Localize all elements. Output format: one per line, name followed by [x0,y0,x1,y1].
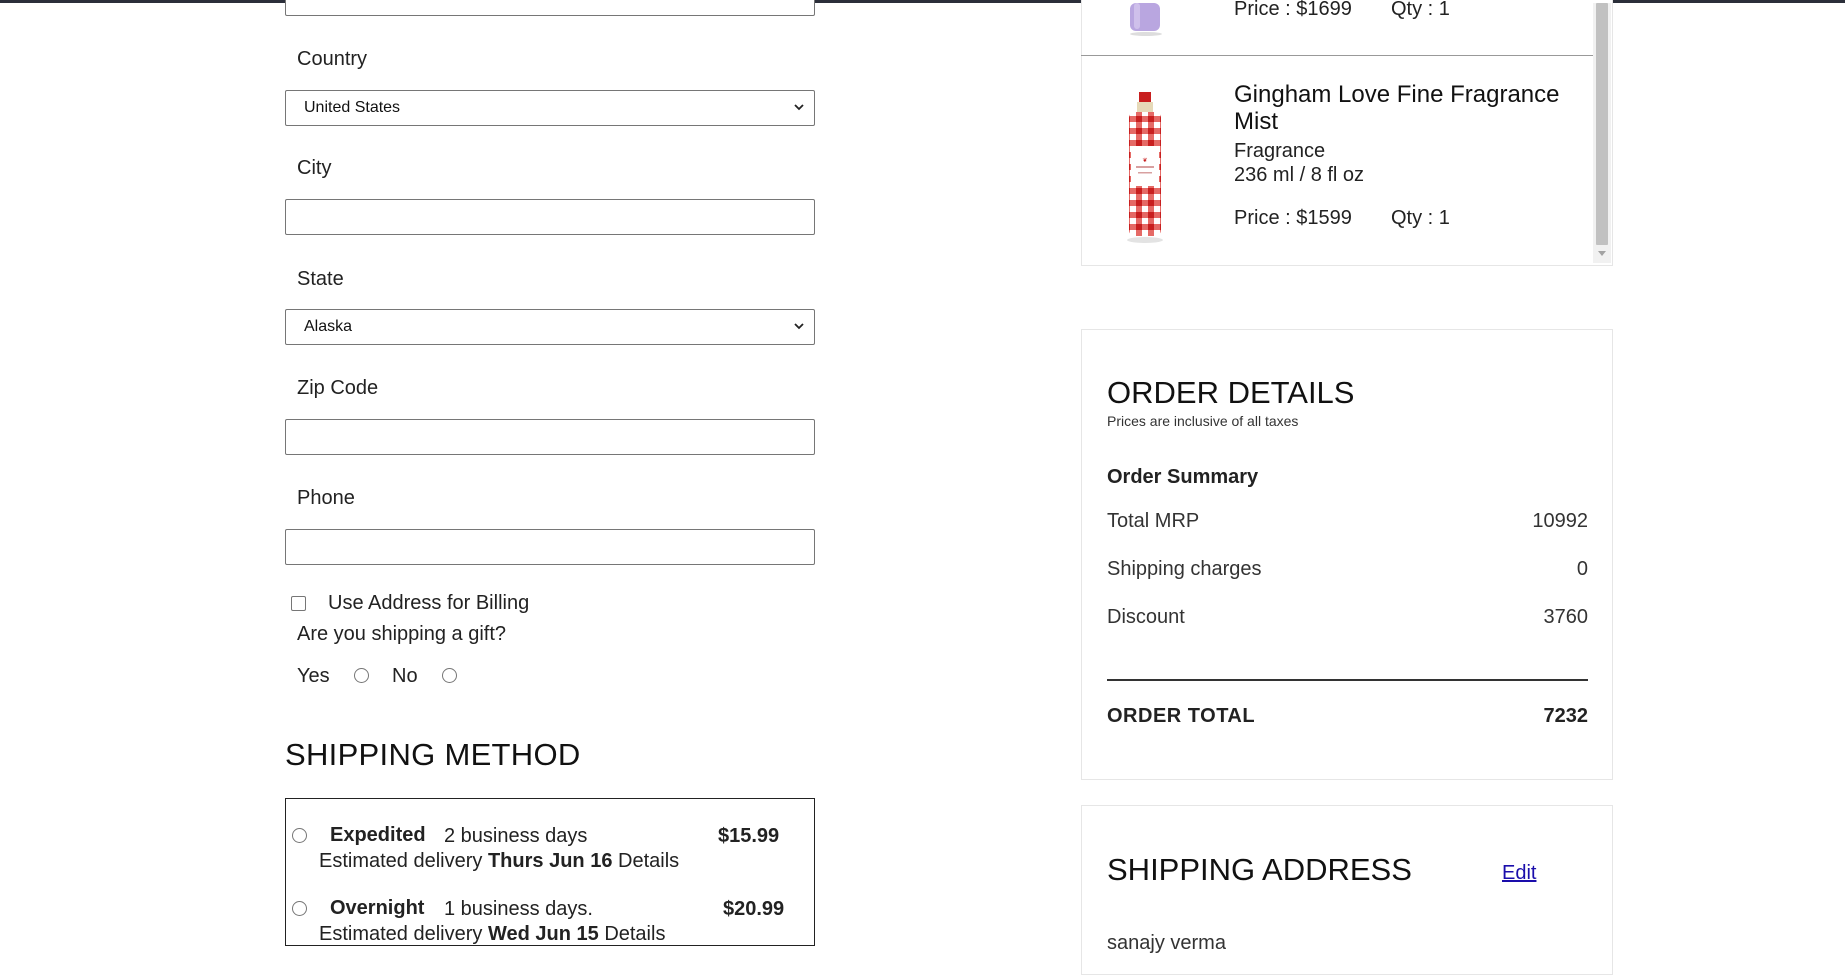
city-input[interactable] [285,199,815,235]
total-divider [1107,679,1588,681]
phone-input[interactable] [285,529,815,565]
shipping-option-name: Overnight [330,897,425,919]
cart-scrollbar[interactable] [1593,3,1611,263]
phone-label: Phone [297,487,355,509]
cart-item-qty: Qty : 1 [1391,207,1450,229]
gift-yes-radio[interactable] [354,668,369,683]
zip-input[interactable] [285,419,815,455]
shipping-option-price: $15.99 [718,825,780,847]
summary-row-value: 10992 [1532,510,1588,532]
shipping-option-days: 1 business days. [444,898,593,920]
order-summary-heading: Order Summary [1107,466,1259,488]
gingham-bottle-image: ❦ [1127,92,1163,243]
state-label: State [297,268,344,290]
gift-yes-label: Yes [297,665,330,687]
shipping-method-title: SHIPPING METHOD [285,737,581,772]
chevron-down-icon [794,323,804,330]
cart-divider [1081,55,1593,56]
estimate-prefix: Estimated delivery [319,850,483,872]
shipping-option-days: 2 business days [444,825,588,847]
country-value: United States [304,99,401,116]
cart-item-price: Price : $1599 [1234,207,1352,229]
cart-item-title: Gingham Love Fine Fragrance Mist [1234,81,1560,135]
bottle-label-mark: ❦ [1142,157,1147,164]
cart-item-size: 236 ml / 8 fl oz [1234,164,1365,186]
state-value: Alaska [304,318,353,335]
gift-no-label: No [392,665,418,687]
summary-row-value: 0 [1576,558,1588,580]
state-select[interactable]: Alaska [285,309,815,345]
edit-address-link[interactable]: Edit [1502,862,1536,885]
billing-checkbox[interactable] [291,596,306,611]
shipping-option-price: $20.99 [723,898,785,920]
order-total-label: ORDER TOTAL [1107,705,1256,727]
cart-item-qty: Qty : 1 [1391,0,1450,20]
estimate-date: Wed Jun 15 [487,923,599,945]
gift-question: Are you shipping a gift? [297,623,507,645]
summary-row-value: 3760 [1543,606,1589,628]
country-select[interactable]: United States [285,90,815,126]
scroll-down-arrow-icon[interactable] [1598,251,1606,256]
order-details-title: ORDER DETAILS [1107,375,1355,410]
shipping-address-title: SHIPPING ADDRESS [1107,852,1412,887]
address-input[interactable] [285,0,815,16]
lavender-bottle-image [1130,3,1162,36]
shipping-option-name: Expedited [330,824,426,846]
summary-row-label: Shipping charges [1107,558,1262,580]
chevron-down-icon [794,104,804,111]
country-label: Country [297,48,368,70]
shipping-options-box: Expedited 2 business days $15.99 Estimat… [285,798,815,946]
zip-label: Zip Code [297,377,379,399]
city-label: City [297,157,332,179]
shipping-address-name: sanajy verma [1107,932,1226,954]
estimate-date: Thurs Jun 16 [487,850,613,872]
cart-item-price: Price : $1699 [1234,0,1352,20]
estimate-prefix: Estimated delivery [319,923,483,945]
gift-no-radio[interactable] [442,668,457,683]
summary-row-label: Discount [1107,606,1185,628]
cart-item-category: Fragrance [1234,140,1326,162]
billing-label: Use Address for Billing [328,592,530,614]
scrollbar-thumb[interactable] [1596,3,1608,245]
order-total-value: 7232 [1543,705,1589,727]
shipping-option-estimate: Estimated delivery Wed Jun 15 Details [319,923,665,946]
shipping-radio-overnight[interactable] [292,901,307,916]
shipping-option-estimate: Estimated delivery Thurs Jun 16 Details [319,850,679,873]
order-details-subtitle: Prices are inclusive of all taxes [1107,413,1299,429]
shipping-radio-expedited[interactable] [292,828,307,843]
summary-row-label: Total MRP [1107,510,1200,532]
details-link[interactable]: Details [604,923,665,945]
details-link[interactable]: Details [618,850,679,872]
